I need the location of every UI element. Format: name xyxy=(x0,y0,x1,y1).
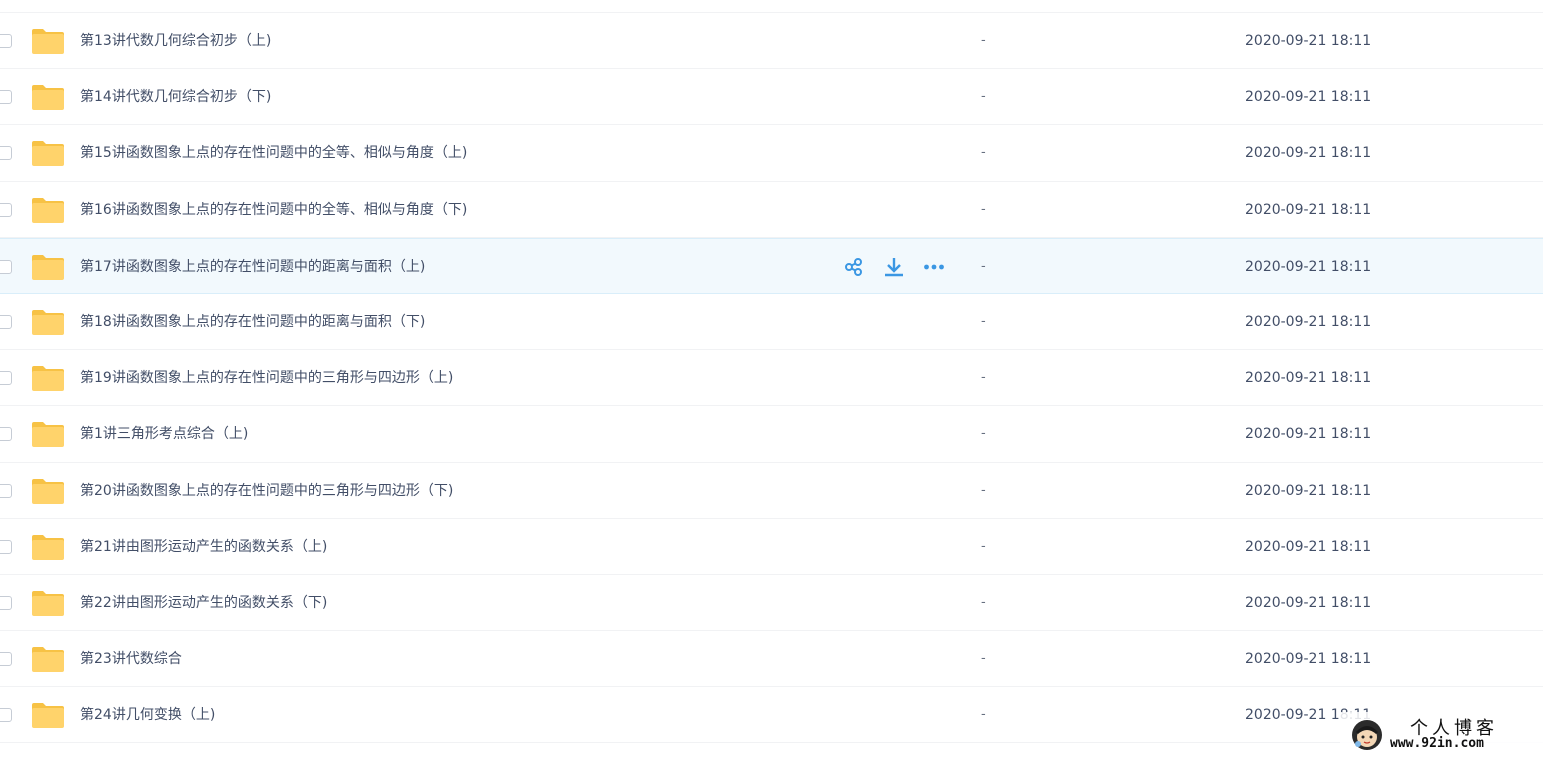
file-row[interactable]: 第20讲函数图象上点的存在性问题中的三角形与四边形（下) - 2020-09-2… xyxy=(0,463,1543,519)
watermark-avatar-icon xyxy=(1352,720,1382,750)
file-name[interactable]: 第21讲由图形运动产生的函数关系（上) xyxy=(80,537,327,557)
file-size: - xyxy=(981,426,986,442)
row-checkbox[interactable] xyxy=(0,259,12,274)
file-row[interactable]: 第13讲代数几何综合初步（上) - 2020-09-21 18:11 xyxy=(0,13,1543,70)
file-row[interactable]: 第14讲代数几何综合初步（下) - 2020-09-21 18:11 xyxy=(0,69,1543,126)
folder-icon xyxy=(32,254,64,280)
file-row[interactable]: 第1讲三角形考点综合（上) - 2020-09-21 18:11 xyxy=(0,406,1543,463)
modified-date: 2020-09-21 18:11 xyxy=(1245,426,1372,443)
modified-date: 2020-09-21 18:11 xyxy=(1245,538,1372,555)
folder-icon xyxy=(32,534,64,560)
file-name[interactable]: 第23讲代数综合 xyxy=(80,649,182,669)
row-checkbox[interactable] xyxy=(0,708,12,723)
file-size: - xyxy=(981,313,986,329)
row-checkbox[interactable] xyxy=(0,427,12,442)
modified-date: 2020-09-21 18:11 xyxy=(1245,370,1372,387)
file-size: - xyxy=(981,370,986,386)
row-checkbox[interactable] xyxy=(0,539,12,554)
modified-date: 2020-09-21 18:11 xyxy=(1245,145,1372,162)
blog-watermark: 个人博客 www.92in.com xyxy=(1340,712,1543,757)
file-size: - xyxy=(981,482,986,498)
file-row[interactable]: 第15讲函数图象上点的存在性问题中的全等、相似与角度（上) - 2020-09-… xyxy=(0,125,1543,182)
folder-icon xyxy=(32,309,64,335)
folder-icon xyxy=(32,85,64,111)
folder-icon xyxy=(32,197,64,223)
file-row[interactable]: 第21讲由图形运动产生的函数关系（上) - 2020-09-21 18:11 xyxy=(0,519,1543,575)
file-size: - xyxy=(981,89,986,105)
download-icon xyxy=(883,256,905,278)
modified-date: 2020-09-21 18:11 xyxy=(1245,594,1372,611)
row-checkbox[interactable] xyxy=(0,371,12,386)
file-name[interactable]: 第22讲由图形运动产生的函数关系（下) xyxy=(80,593,327,613)
file-size: - xyxy=(981,651,986,667)
file-name[interactable]: 第17讲函数图象上点的存在性问题中的距离与面积（上) xyxy=(80,257,425,277)
row-checkbox[interactable] xyxy=(0,314,12,329)
folder-icon xyxy=(32,647,64,673)
file-row[interactable]: 第24讲几何变换（上) - 2020-09-21 18:11 xyxy=(0,687,1543,744)
file-row[interactable]: 第23讲代数综合 - 2020-09-21 18:11 xyxy=(0,631,1543,688)
more-icon xyxy=(923,256,945,278)
folder-icon xyxy=(32,478,64,504)
file-row[interactable]: 第16讲函数图象上点的存在性问题中的全等、相似与角度（下) - 2020-09-… xyxy=(0,182,1543,238)
modified-date: 2020-09-21 18:11 xyxy=(1245,482,1372,499)
modified-date: 2020-09-21 18:11 xyxy=(1245,313,1372,330)
file-size: - xyxy=(981,538,986,554)
modified-date: 2020-09-21 18:11 xyxy=(1245,201,1372,218)
file-name[interactable]: 第18讲函数图象上点的存在性问题中的距离与面积（下) xyxy=(80,312,425,332)
file-row[interactable]: 第17讲函数图象上点的存在性问题中的距离与面积（上) - 2020-09-21 … xyxy=(0,237,1543,294)
file-size: - xyxy=(981,201,986,217)
modified-date: 2020-09-21 18:11 xyxy=(1245,33,1372,49)
row-checkbox[interactable] xyxy=(0,90,12,105)
folder-icon xyxy=(32,590,64,616)
folder-icon xyxy=(32,366,64,392)
file-row[interactable]: 第22讲由图形运动产生的函数关系（下) - 2020-09-21 18:11 xyxy=(0,575,1543,632)
folder-icon xyxy=(32,703,64,729)
file-size: - xyxy=(981,145,986,161)
folder-icon xyxy=(32,29,64,54)
file-row[interactable]: 第18讲函数图象上点的存在性问题中的距离与面积（下) - 2020-09-21 … xyxy=(0,294,1543,351)
modified-date: 2020-09-21 18:11 xyxy=(1245,651,1372,668)
file-name[interactable]: 第16讲函数图象上点的存在性问题中的全等、相似与角度（下) xyxy=(80,200,467,220)
row-checkbox[interactable] xyxy=(0,595,12,610)
file-list: 第13讲代数几何综合初步（上) - 2020-09-21 18:11 第14讲代… xyxy=(0,0,1543,757)
row-checkbox[interactable] xyxy=(0,146,12,161)
row-checkbox[interactable] xyxy=(0,34,12,48)
file-name[interactable]: 第20讲函数图象上点的存在性问题中的三角形与四边形（下) xyxy=(80,481,453,501)
file-name[interactable]: 第14讲代数几何综合初步（下) xyxy=(80,87,271,107)
row-actions xyxy=(842,256,962,278)
file-size: - xyxy=(981,33,986,48)
download-button[interactable] xyxy=(882,256,906,278)
row-checkbox[interactable] xyxy=(0,652,12,667)
folder-icon xyxy=(32,422,64,448)
file-size: - xyxy=(981,594,986,610)
modified-date: 2020-09-21 18:11 xyxy=(1245,89,1372,106)
file-name[interactable]: 第1讲三角形考点综合（上) xyxy=(80,424,248,444)
folder-icon xyxy=(32,141,64,167)
file-size: - xyxy=(981,707,986,723)
row-checkbox[interactable] xyxy=(0,483,12,498)
modified-date: 2020-09-21 18:11 xyxy=(1245,258,1372,275)
watermark-url: www.92in.com xyxy=(1390,736,1484,751)
file-size: - xyxy=(981,258,986,274)
share-button[interactable] xyxy=(842,256,866,278)
row-checkbox[interactable] xyxy=(0,202,12,217)
file-row[interactable]: 第19讲函数图象上点的存在性问题中的三角形与四边形（上) - 2020-09-2… xyxy=(0,350,1543,407)
share-icon xyxy=(843,256,865,278)
file-name[interactable]: 第15讲函数图象上点的存在性问题中的全等、相似与角度（上) xyxy=(80,143,467,163)
file-name[interactable]: 第13讲代数几何综合初步（上) xyxy=(80,31,271,51)
file-name[interactable]: 第19讲函数图象上点的存在性问题中的三角形与四边形（上) xyxy=(80,368,453,388)
file-name[interactable]: 第24讲几何变换（上) xyxy=(80,705,215,725)
file-rows: 第13讲代数几何综合初步（上) - 2020-09-21 18:11 第14讲代… xyxy=(0,13,1543,744)
previous-row-edge xyxy=(0,0,1543,13)
more-button[interactable] xyxy=(922,256,946,278)
